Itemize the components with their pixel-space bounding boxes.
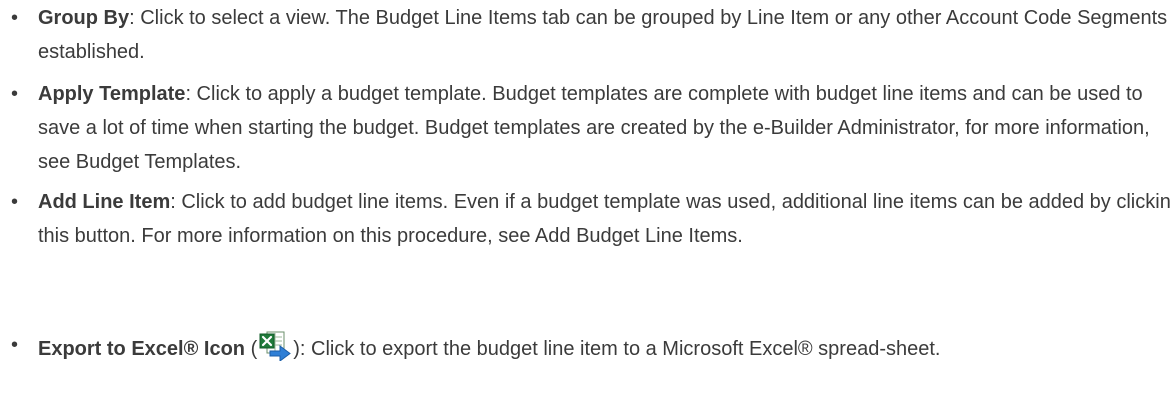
item-description: : Click to apply a budget template. Budg… — [38, 83, 1150, 173]
item-description-prefix: ( — [245, 338, 258, 360]
excel-export-icon — [258, 331, 292, 362]
term-label: Apply Template — [38, 83, 186, 105]
list-item-add-line-item: • Add Line Item: Click to add budget lin… — [0, 185, 1171, 253]
bullet-dot: • — [11, 7, 19, 29]
term-label: Add Line Item — [38, 191, 171, 213]
term-label: Group By — [38, 7, 130, 29]
bullet-dot: • — [11, 334, 19, 356]
bullet-dot: • — [11, 191, 19, 213]
term-label: Export to Excel® Icon — [38, 338, 246, 360]
item-description: ): Click to export the budget line item … — [293, 338, 941, 360]
list-item-export-to-excel: • Export to Excel® Icon ( ): Click to ex… — [0, 331, 1171, 366]
item-description: : Click to add budget line items. Even i… — [38, 191, 1171, 247]
list-item-group-by: • Group By: Click to select a view. The … — [0, 1, 1171, 69]
bullet-dot: • — [11, 83, 19, 105]
item-description: : Click to select a view. The Budget Lin… — [38, 7, 1168, 63]
document-page: • Group By: Click to select a view. The … — [0, 0, 1171, 417]
list-item-apply-template: • Apply Template: Click to apply a budge… — [0, 77, 1171, 179]
